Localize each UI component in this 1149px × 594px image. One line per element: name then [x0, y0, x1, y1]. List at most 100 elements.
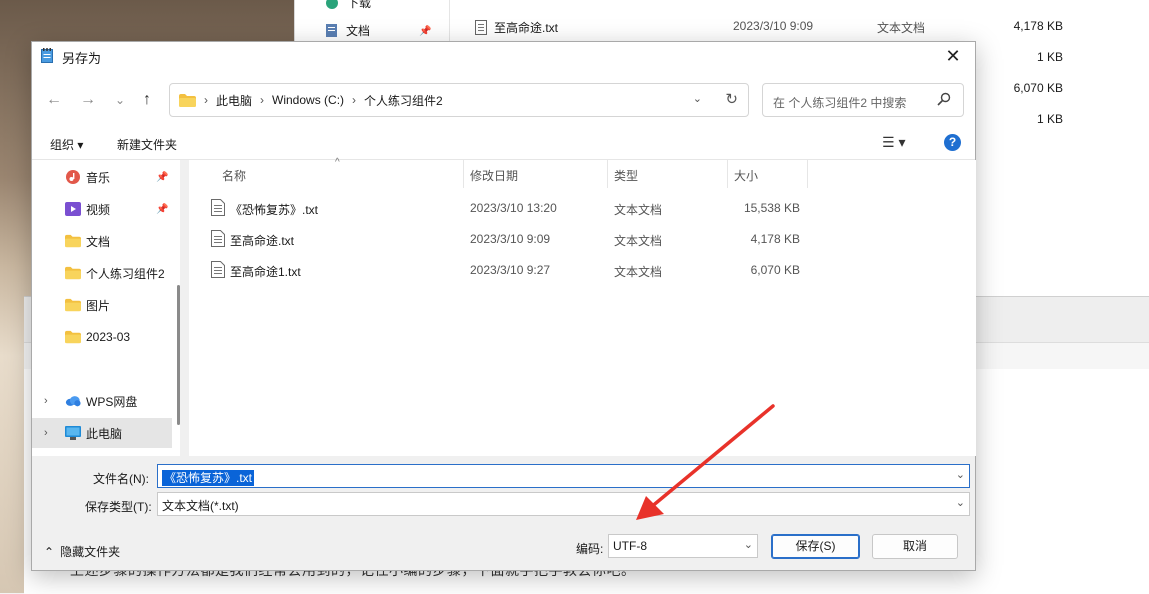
bg-file-name: 至高命途.txt: [494, 21, 559, 35]
search-input[interactable]: 在 个人练习组件2 中搜索: [762, 83, 964, 117]
breadcrumb-current-folder[interactable]: 个人练习组件2: [364, 92, 443, 109]
filetype-select[interactable]: 文本文档(*.txt) ⌄: [157, 492, 970, 516]
save-as-dialog: 另存为 ✕ ← → ⌄ ↑ › 此电脑 › Windows (C:) › 个人练…: [31, 41, 976, 571]
file-size: 15,538 KB: [743, 201, 800, 215]
up-button[interactable]: ↑: [137, 90, 157, 110]
chevron-down-icon[interactable]: ⌄: [956, 496, 965, 509]
search-placeholder: 在 个人练习组件2 中搜索: [773, 96, 907, 110]
column-divider[interactable]: [807, 160, 808, 188]
sidebar-item-this-pc[interactable]: › 此电脑: [32, 418, 172, 448]
sidebar-item-label: 图片: [86, 298, 111, 313]
pin-icon[interactable]: 📌: [156, 172, 168, 183]
navigation-pane: 音乐 📌 视频 📌 文档 个人练习组件2 图片 2023-03 › WPS网盘: [32, 160, 180, 456]
file-name: 至高命途1.txt: [230, 265, 301, 279]
breadcrumb-separator: ›: [352, 93, 357, 107]
encoding-label: 编码:: [576, 542, 604, 556]
column-divider[interactable]: [607, 160, 608, 188]
navigation-bar: ← → ⌄ ↑ › 此电脑 › Windows (C:) › 个人练习组件2 ⌄…: [32, 70, 975, 125]
dialog-title: 另存为: [62, 51, 102, 66]
file-date: 2023/3/10 9:09: [470, 232, 551, 246]
cancel-button[interactable]: 取消: [872, 534, 958, 559]
text-file-icon: [211, 261, 225, 278]
text-file-icon: [211, 230, 225, 247]
sidebar-item-label: 2023-03: [86, 330, 131, 344]
sidebar-item-pictures[interactable]: 图片: [32, 290, 172, 320]
chevron-down-icon[interactable]: ⌄: [956, 468, 965, 481]
file-row[interactable]: 至高命途.txt 2023/3/10 9:09 文本文档 4,178 KB: [189, 223, 976, 254]
dialog-titlebar: 另存为 ✕: [32, 42, 975, 70]
sidebar-item-wps-cloud[interactable]: › WPS网盘: [32, 386, 172, 416]
column-header-date[interactable]: 修改日期: [470, 160, 518, 188]
encoding-select[interactable]: UTF-8 ⌄: [608, 534, 758, 558]
sidebar-item-practice-folder[interactable]: 个人练习组件2: [32, 258, 172, 288]
column-header-type[interactable]: 类型: [614, 160, 638, 188]
folder-icon: [179, 93, 196, 107]
back-button[interactable]: ←: [44, 90, 64, 110]
sidebar-item-label: 文档: [86, 234, 111, 249]
column-header-name[interactable]: 名称: [222, 160, 246, 188]
bg-file-size: 6,070 KB: [1013, 81, 1063, 95]
breadcrumb-separator: ›: [260, 93, 265, 107]
sidebar-scrollbar[interactable]: [177, 285, 180, 425]
bg-nav-label: 下载: [347, 0, 372, 10]
view-options-button[interactable]: ☰ ▾: [882, 134, 905, 151]
bg-nav-item-download[interactable]: 下载: [325, 0, 371, 11]
pin-icon: 📌: [419, 26, 432, 37]
bg-nav-label: 文档: [346, 24, 371, 38]
refresh-button[interactable]: ↻: [725, 90, 738, 108]
file-row[interactable]: 至高命途1.txt 2023/3/10 9:27 文本文档 6,070 KB: [189, 254, 976, 285]
video-icon: [65, 202, 81, 216]
bg-file-size: 1 KB: [1036, 50, 1063, 64]
bg-nav-item-documents[interactable]: 文档: [325, 22, 370, 39]
new-folder-button[interactable]: 新建文件夹: [117, 136, 177, 153]
breadcrumb-drive-c[interactable]: Windows (C:): [272, 93, 344, 107]
recent-locations-button[interactable]: ⌄: [110, 90, 130, 110]
folder-icon: [65, 266, 81, 280]
organize-menu[interactable]: 组织 ▾: [50, 136, 83, 153]
bg-file-size: 4,178 KB: [1013, 19, 1063, 33]
file-size: 4,178 KB: [750, 232, 800, 246]
sidebar-item-2023-03[interactable]: 2023-03: [32, 322, 172, 352]
filetype-value: 文本文档(*.txt): [162, 499, 239, 513]
forward-button[interactable]: →: [78, 90, 98, 110]
breadcrumb-this-pc[interactable]: 此电脑: [216, 92, 252, 109]
chevron-down-icon[interactable]: ⌄: [744, 538, 753, 551]
download-icon: [326, 0, 338, 9]
bg-file-type: 文本文档: [877, 21, 926, 35]
filename-value: 《恐怖复苏》.txt: [162, 470, 255, 486]
file-type: 文本文档: [614, 265, 663, 279]
document-icon: [326, 24, 337, 37]
help-icon[interactable]: ?: [944, 134, 961, 151]
file-date: 2023/3/10 9:27: [470, 263, 551, 277]
expand-chevron-icon[interactable]: ›: [44, 395, 48, 407]
breadcrumb-separator: ›: [204, 93, 208, 107]
sidebar-item-label: 音乐: [86, 170, 111, 185]
column-header-size[interactable]: 大小: [734, 160, 758, 188]
address-history-dropdown[interactable]: ⌄: [693, 92, 702, 105]
hide-folders-toggle[interactable]: ⌃ 隐藏文件夹: [44, 543, 120, 560]
sidebar-item-documents[interactable]: 文档: [32, 226, 172, 256]
sidebar-item-music[interactable]: 音乐 📌: [32, 162, 172, 192]
file-name: 至高命途.txt: [230, 234, 295, 248]
filetype-label: 保存类型(T):: [85, 500, 152, 514]
folder-icon: [65, 234, 81, 248]
save-button[interactable]: 保存(S): [771, 534, 860, 559]
bg-file-row[interactable]: 至高命途.txt: [475, 19, 558, 36]
computer-icon: [65, 426, 81, 440]
text-file-icon: [211, 199, 225, 216]
expand-chevron-icon[interactable]: ›: [44, 427, 48, 439]
file-date: 2023/3/10 13:20: [470, 201, 557, 215]
music-icon: [66, 170, 80, 184]
sidebar-item-videos[interactable]: 视频 📌: [32, 194, 172, 224]
pin-icon[interactable]: 📌: [156, 204, 168, 215]
column-divider[interactable]: [463, 160, 464, 188]
bg-file-size: 1 KB: [1036, 112, 1063, 126]
hide-folders-label: 隐藏文件夹: [60, 545, 121, 559]
column-divider[interactable]: [727, 160, 728, 188]
close-button[interactable]: ✕: [939, 44, 967, 68]
file-row[interactable]: 《恐怖复苏》.txt 2023/3/10 13:20 文本文档 15,538 K…: [189, 192, 976, 223]
sidebar-item-label: 个人练习组件2: [86, 266, 165, 281]
folder-icon: [65, 298, 81, 312]
address-bar[interactable]: › 此电脑 › Windows (C:) › 个人练习组件2 ⌄ ↻: [169, 83, 749, 117]
filename-input[interactable]: 《恐怖复苏》.txt ⌄: [157, 464, 970, 488]
